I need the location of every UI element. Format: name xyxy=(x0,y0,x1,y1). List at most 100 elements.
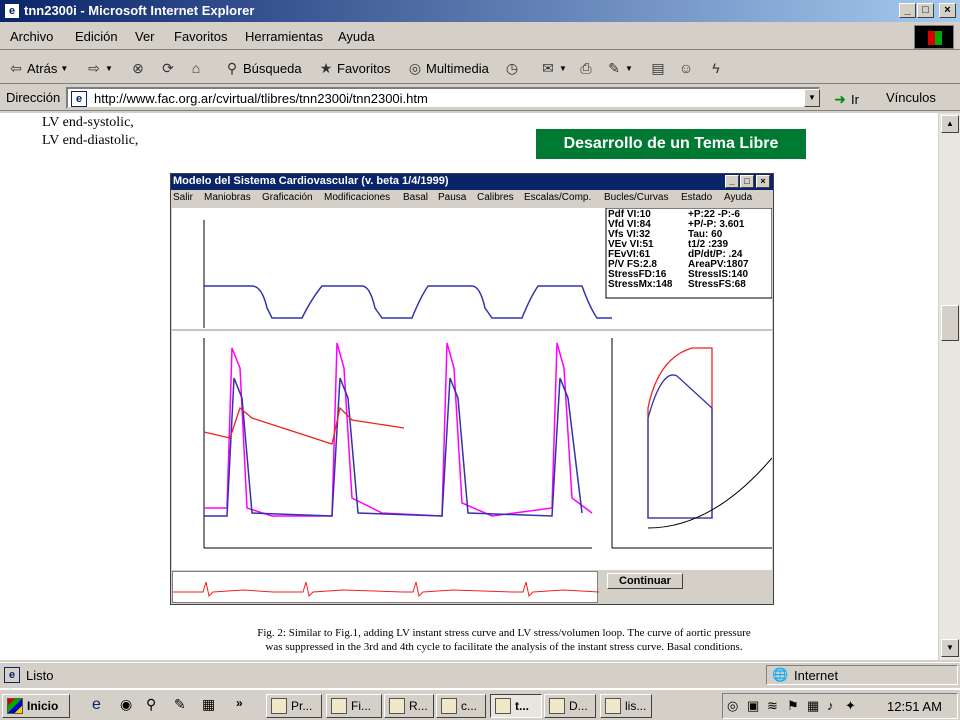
maximize-button[interactable]: □ xyxy=(917,3,934,18)
task-lis[interactable]: lis... xyxy=(600,694,652,718)
app-icon xyxy=(331,698,347,714)
task-fi[interactable]: Fi... xyxy=(326,694,382,718)
menu-favoritos[interactable]: Favoritos xyxy=(174,29,227,44)
address-bar: Dirección e http://www.fac.org.ar/cvirtu… xyxy=(0,85,960,111)
menu-herramientas[interactable]: Herramientas xyxy=(245,29,323,44)
chevron-down-icon: ▼ xyxy=(559,63,567,73)
volume-pressure-trace xyxy=(204,377,583,517)
stress-volume-loop xyxy=(647,347,713,519)
menu-ver[interactable]: Ver xyxy=(135,29,155,44)
printer-icon: ⎙ xyxy=(580,60,592,76)
simulator-menu: Salir Maniobras Graficación Modificacion… xyxy=(171,191,773,207)
favorites-button[interactable]: ★ Favoritos xyxy=(318,57,391,79)
desktop-quicklaunch-icon[interactable]: ▦ xyxy=(202,696,215,713)
sim-menu-item: Escalas/Comp. xyxy=(524,192,592,203)
start-button[interactable]: Inicio xyxy=(2,694,70,718)
discuss-button[interactable]: ▤ xyxy=(650,57,666,79)
back-button[interactable]: ⇦ Atrás ▼ xyxy=(8,57,68,79)
system-tray: ◎ ▣ ≋ ⚑ ▦ ♪ ✦ 12:51 AM xyxy=(722,693,958,719)
tray-icon[interactable]: ▦ xyxy=(807,698,819,714)
banner: Desarrollo de un Tema Libre xyxy=(536,129,806,159)
multimedia-button[interactable]: ◎ Multimedia xyxy=(407,57,489,79)
tray-icon[interactable]: ▣ xyxy=(747,698,759,714)
print-button[interactable]: ⎙ xyxy=(578,57,594,79)
stat-right: StressFS:68 xyxy=(688,279,746,290)
history-icon: ◷ xyxy=(505,60,519,76)
links-label[interactable]: Vínculos xyxy=(886,90,936,105)
window-titlebar: e tnn2300i - Microsoft Internet Explorer… xyxy=(0,0,960,22)
simulator-plot-area: Pdf VI:10 Vfd VI:84 Vfs VI:32 VEv VI:51 … xyxy=(172,208,772,570)
sim-maximize-button: □ xyxy=(740,175,754,188)
task-c[interactable]: c... xyxy=(436,694,486,718)
scroll-thumb[interactable] xyxy=(941,305,959,341)
refresh-button[interactable]: ⟳ xyxy=(160,57,176,79)
menu-archivo[interactable]: Archivo xyxy=(10,29,53,44)
scroll-down-button[interactable]: ▼ xyxy=(941,639,959,657)
address-input[interactable]: e http://www.fac.org.ar/cvirtual/tlibres… xyxy=(66,87,820,109)
edit-button[interactable]: ✎ ▼ xyxy=(606,57,633,79)
more-chevron-icon[interactable]: » xyxy=(236,696,243,710)
status-text: Listo xyxy=(26,668,54,683)
go-arrow-icon: ➜ xyxy=(834,91,846,107)
go-button[interactable]: ➜ Ir xyxy=(832,88,859,110)
ecg-strip xyxy=(172,571,600,603)
search-quicklaunch-icon[interactable]: ⚲ xyxy=(146,696,156,713)
page-icon: e xyxy=(71,91,87,107)
minimize-button[interactable]: _ xyxy=(899,3,916,18)
tray-icon[interactable]: ✦ xyxy=(845,698,856,714)
task-r[interactable]: R... xyxy=(384,694,434,718)
sim-menu-item: Calibres xyxy=(477,192,514,203)
ecg-trace xyxy=(173,581,600,598)
back-arrow-icon: ⇦ xyxy=(10,60,22,76)
document-icon: ▤ xyxy=(651,60,665,76)
pressure-volume-loop xyxy=(647,374,713,519)
tray-icon[interactable]: ◎ xyxy=(727,698,738,714)
forward-arrow-icon: ⇨ xyxy=(88,60,100,76)
volume-icon[interactable]: ♪ xyxy=(827,698,834,713)
sim-menu-item: Basal xyxy=(403,192,429,203)
chevron-down-icon: ▼ xyxy=(60,63,69,73)
mail-icon: ✉ xyxy=(542,60,554,76)
outlook-quicklaunch-icon[interactable]: ◉ xyxy=(120,696,132,713)
status-bar: e Listo 🌐 Internet xyxy=(0,662,960,686)
tray-icon[interactable]: ≋ xyxy=(767,698,778,714)
stop-button[interactable]: ⊗ xyxy=(130,57,146,79)
clock[interactable]: 12:51 AM xyxy=(887,699,942,714)
address-url: http://www.fac.org.ar/cvirtual/tlibres/t… xyxy=(94,91,428,106)
task-pr[interactable]: Pr... xyxy=(266,694,322,718)
home-button[interactable]: ⌂ xyxy=(188,57,204,79)
text-line-1: LV end-systolic, xyxy=(42,115,134,130)
page-content: LV end-systolic, LV end-diastolic, Desar… xyxy=(0,113,938,660)
menu-ayuda[interactable]: Ayuda xyxy=(338,29,375,44)
app-icon xyxy=(441,698,457,714)
sim-menu-item: Estado xyxy=(681,192,713,203)
messenger-button[interactable]: ☺ xyxy=(678,57,694,79)
vertical-scrollbar[interactable]: ▲ ▼ xyxy=(938,113,960,660)
windows-logo xyxy=(914,25,954,49)
edit-quicklaunch-icon[interactable]: ✎ xyxy=(174,696,186,713)
task-d[interactable]: D... xyxy=(544,694,596,718)
tools-button[interactable]: ϟ xyxy=(708,57,724,79)
sim-menu-item: Maniobras xyxy=(204,192,251,203)
lightning-icon: ϟ xyxy=(712,60,720,76)
stop-icon: ⊗ xyxy=(132,60,144,76)
menu-edicion[interactable]: Edición xyxy=(75,29,118,44)
app-icon xyxy=(389,698,405,714)
refresh-icon: ⟳ xyxy=(162,60,174,76)
ie-quicklaunch-icon[interactable]: e xyxy=(92,696,101,714)
forward-button[interactable]: ⇨ ▼ xyxy=(86,57,113,79)
app-icon xyxy=(495,698,511,714)
close-button[interactable]: × xyxy=(939,3,956,18)
task-t-active[interactable]: t... xyxy=(490,694,542,718)
search-button[interactable]: ⚲ Búsqueda xyxy=(224,57,302,79)
mail-button[interactable]: ✉ ▼ xyxy=(540,57,567,79)
sim-menu-item: Modificaciones xyxy=(324,192,391,203)
tray-icon[interactable]: ⚑ xyxy=(787,698,799,714)
taskbar: Inicio e ◉ ⚲ ✎ ▦ » Pr... Fi... R... c...… xyxy=(0,688,960,720)
history-button[interactable]: ◷ xyxy=(504,57,520,79)
star-folder-icon: ★ xyxy=(319,60,333,76)
address-dropdown-button[interactable]: ▼ xyxy=(804,89,820,107)
scroll-up-button[interactable]: ▲ xyxy=(941,115,959,133)
app-icon xyxy=(605,698,621,714)
multimedia-icon: ◎ xyxy=(408,60,422,76)
